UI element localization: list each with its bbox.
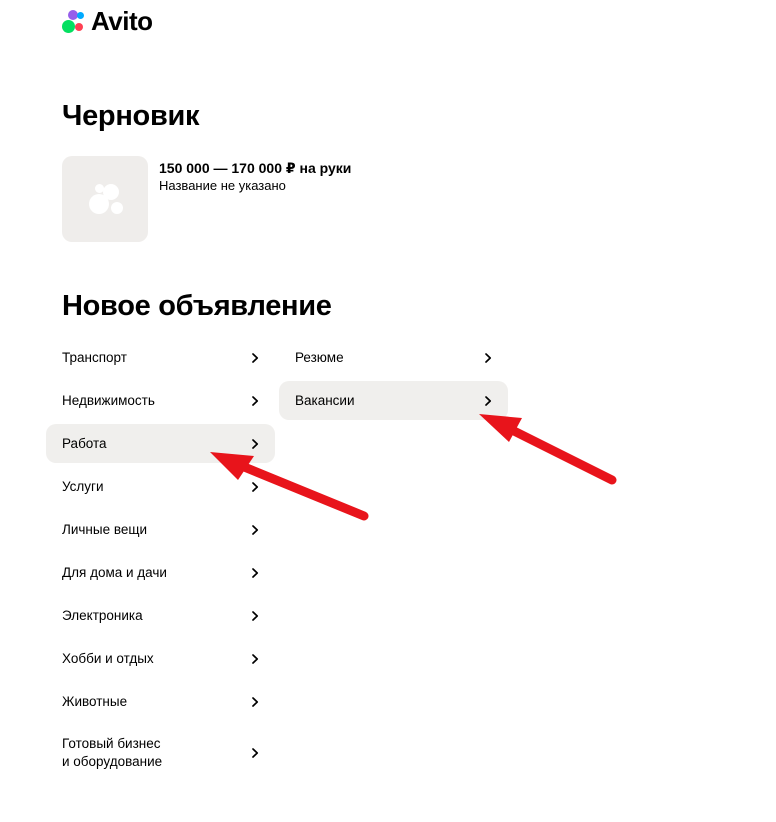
- draft-card[interactable]: 150 000 — 170 000 ₽ на руки Название не …: [62, 156, 351, 242]
- chevron-right-icon: [252, 352, 259, 363]
- category-item[interactable]: Для дома и дачи: [46, 553, 275, 592]
- subcategory-item[interactable]: Вакансии: [279, 381, 508, 420]
- category-list: Транспорт Недвижимость Работа Услуги Личные …: [46, 338, 275, 785]
- chevron-right-icon: [485, 352, 492, 363]
- category-item-label: Услуги: [62, 479, 104, 494]
- chevron-right-icon: [252, 567, 259, 578]
- logo-dot-red: [75, 23, 83, 31]
- chevron-right-icon: [252, 395, 259, 406]
- draft-info: 150 000 — 170 000 ₽ на руки Название не …: [159, 159, 351, 242]
- logo-dot-green: [62, 20, 75, 33]
- category-item-label: Для дома и дачи: [62, 565, 167, 580]
- category-item[interactable]: Животные: [46, 682, 275, 721]
- avito-logo-icon: [62, 8, 90, 34]
- logo-text: Avito: [91, 5, 153, 36]
- category-item[interactable]: Недвижимость: [46, 381, 275, 420]
- category-item[interactable]: Транспорт: [46, 338, 275, 377]
- chevron-right-icon: [252, 696, 259, 707]
- category-item-label: Электроника: [62, 608, 143, 623]
- category-item-label: Работа: [62, 436, 107, 451]
- draft-placeholder-image: [62, 156, 148, 242]
- chevron-right-icon: [485, 395, 492, 406]
- category-item[interactable]: Личные вещи: [46, 510, 275, 549]
- subcategory-item-label: Резюме: [295, 350, 344, 365]
- placeholder-dot: [111, 202, 123, 214]
- category-item-label: Готовый бизнес и оборудование: [62, 736, 163, 769]
- subcategory-list: Резюме Вакансии: [279, 338, 508, 424]
- avito-logo[interactable]: Avito: [62, 5, 153, 36]
- category-item-label: Транспорт: [62, 350, 127, 365]
- chevron-right-icon: [252, 438, 259, 449]
- category-item[interactable]: Готовый бизнес и оборудование: [46, 725, 275, 781]
- category-item[interactable]: Хобби и отдых: [46, 639, 275, 678]
- draft-title: Название не указано: [159, 178, 286, 193]
- page: Avito Черновик 150 000 — 170 000 ₽ на ру…: [0, 0, 776, 822]
- chevron-right-icon: [252, 610, 259, 621]
- logo-dot-blue: [77, 12, 84, 19]
- chevron-right-icon: [252, 748, 259, 758]
- chevron-right-icon: [252, 481, 259, 492]
- category-item[interactable]: Электроника: [46, 596, 275, 635]
- draft-heading: Черновик: [62, 100, 200, 132]
- category-item-label: Животные: [62, 694, 128, 709]
- subcategory-item-label: Вакансии: [295, 393, 355, 408]
- arrow-to-vakansii: [495, 419, 617, 485]
- new-ad-heading: Новое объявление: [62, 290, 332, 322]
- chevron-right-icon: [252, 524, 259, 535]
- draft-price: 150 000 — 170 000 ₽ на руки: [159, 160, 352, 176]
- category-item-label: Хобби и отдых: [62, 651, 154, 666]
- category-item[interactable]: Услуги: [46, 467, 275, 506]
- placeholder-dot: [95, 184, 104, 193]
- category-item[interactable]: Работа: [46, 424, 275, 463]
- chevron-right-icon: [252, 653, 259, 664]
- category-item-label: Личные вещи: [62, 522, 148, 537]
- subcategory-item[interactable]: Резюме: [279, 338, 508, 377]
- category-item-label: Недвижимость: [62, 393, 155, 408]
- placeholder-dot: [103, 184, 119, 200]
